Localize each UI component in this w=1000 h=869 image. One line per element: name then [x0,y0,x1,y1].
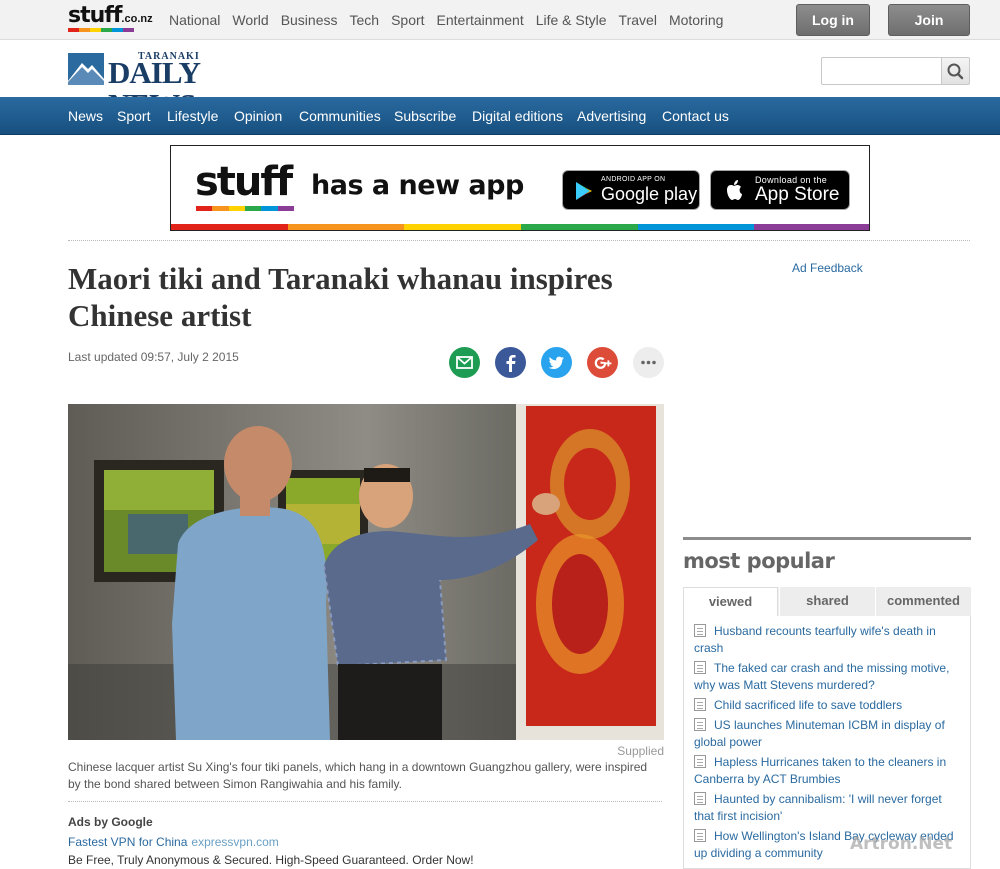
app-store-large-text: App Store [755,184,840,205]
top-nav-world[interactable]: World [232,12,268,28]
main-nav-lifestyle[interactable]: Lifestyle [167,108,218,124]
main-nav-digital-editions[interactable]: Digital editions [472,108,563,124]
search-icon [947,63,964,80]
banner-headline: has a new app [311,170,524,201]
document-icon [694,792,706,805]
mountain-logo-icon [68,53,104,85]
share-twitter-button[interactable] [541,347,572,378]
email-icon [456,356,473,369]
stuff-logo-tld: .co.nz [121,13,153,25]
more-icon [641,360,656,365]
join-button[interactable]: Join [888,4,970,36]
most-popular-title: most popular [683,549,835,573]
app-promo-banner[interactable]: stuff has a new app ANDROID APP ON Googl… [170,145,870,231]
photo-credit: Supplied [617,744,664,758]
top-nav-travel[interactable]: Travel [619,12,657,28]
top-bar: stuff.co.nz National World Business Tech… [0,0,1000,40]
ad-headline[interactable]: Fastest VPN for China [68,835,187,849]
most-popular-widget: most popular viewed shared commented Hus… [683,537,971,869]
top-nav-national[interactable]: National [169,12,220,28]
googleplus-icon [594,357,612,369]
document-icon [694,718,706,731]
stuff-logo-word: stuff [68,3,122,28]
caption-divider [68,801,662,802]
tab-viewed[interactable]: viewed [683,587,778,616]
document-icon [694,698,706,711]
main-nav-subscribe[interactable]: Subscribe [394,108,456,124]
list-item-label[interactable]: Hapless Hurricanes taken to the cleaners… [694,755,946,786]
document-icon [694,755,706,768]
list-item[interactable]: Child sacrificed life to save toddlers [694,697,962,714]
twitter-icon [548,356,564,369]
share-googleplus-button[interactable] [587,347,618,378]
main-nav-sport[interactable]: Sport [117,108,150,124]
main-nav-contact-us[interactable]: Contact us [662,108,729,124]
ad-url[interactable]: expressvpn.com [191,835,278,849]
share-facebook-button[interactable] [495,347,526,378]
google-play-large-text: Google play [601,184,698,204]
list-item-label[interactable]: Husband recounts tearfully wife's death … [694,624,936,655]
article-photo [68,404,664,740]
list-item[interactable]: Hapless Hurricanes taken to the cleaners… [694,754,962,788]
main-nav: News Sport Lifestyle Opinion Communities… [0,97,1000,135]
article-timestamp: Last updated 09:57, July 2 2015 [68,350,239,364]
ad-link[interactable]: Fastest VPN for China expressvpn.com [68,835,668,849]
stuff-logo[interactable]: stuff.co.nz [68,3,153,33]
document-icon [694,624,706,637]
top-nav-life-style[interactable]: Life & Style [536,12,607,28]
google-play-badge[interactable]: ANDROID APP ON Google play [562,170,700,210]
apple-icon [727,180,742,200]
main-nav-opinion[interactable]: Opinion [234,108,282,124]
ads-title: Ads by Google [68,815,153,829]
most-popular-tabs: viewed shared commented [683,587,971,616]
app-store-badge[interactable]: Download on the App Store [710,170,850,210]
list-item[interactable]: Haunted by cannibalism: 'I will never fo… [694,791,962,825]
tab-shared[interactable]: shared [779,587,875,616]
most-popular-rule [683,537,971,540]
search-input[interactable] [821,57,942,85]
share-more-button[interactable] [633,347,664,378]
article-headline: Maori tiki and Taranaki whanau inspires … [68,261,613,333]
top-nav: National World Business Tech Sport Enter… [169,12,735,28]
banner-bottom-rainbow [171,224,869,230]
google-play-small-text: ANDROID APP ON [601,176,666,183]
share-email-button[interactable] [449,347,480,378]
masthead: TARANAKI DAILY NEWS [0,41,1000,121]
list-item-label[interactable]: Haunted by cannibalism: 'I will never fo… [694,792,942,823]
google-ads-block: Ads by Google Fastest VPN for China expre… [68,815,668,867]
list-item-label[interactable]: US launches Minuteman ICBM in display of… [694,718,945,749]
login-button[interactable]: Log in [796,4,870,36]
watermark: Artron.Net [850,834,953,854]
top-nav-tech[interactable]: Tech [350,12,380,28]
list-item-label[interactable]: The faked car crash and the missing moti… [694,661,949,692]
photo-caption: Chinese lacquer artist Su Xing's four ti… [68,760,648,791]
main-nav-communities[interactable]: Communities [299,108,381,124]
list-item[interactable]: The faked car crash and the missing moti… [694,660,962,694]
search-button[interactable] [941,57,970,85]
ad-feedback-link[interactable]: Ad Feedback [792,261,863,275]
list-item[interactable]: US launches Minuteman ICBM in display of… [694,717,962,751]
most-popular-list: Husband recounts tearfully wife's death … [683,616,971,869]
main-nav-news[interactable]: News [68,108,103,124]
section-divider [68,240,970,241]
ad-body: Be Free, Truly Anonymous & Secured. High… [68,853,474,867]
banner-stuff-logo: stuff [195,159,293,205]
banner-logo-rainbow [196,206,294,211]
top-nav-business[interactable]: Business [281,12,338,28]
top-nav-sport[interactable]: Sport [391,12,424,28]
facebook-icon [506,355,516,372]
document-icon [694,661,706,674]
list-item[interactable]: Husband recounts tearfully wife's death … [694,623,962,657]
top-nav-motoring[interactable]: Motoring [669,12,723,28]
google-play-icon [576,182,592,200]
tab-commented[interactable]: commented [875,587,971,616]
main-nav-advertising[interactable]: Advertising [577,108,646,124]
stuff-logo-rainbow [68,28,134,32]
top-nav-entertainment[interactable]: Entertainment [437,12,524,28]
list-item-label[interactable]: Child sacrificed life to save toddlers [714,698,902,712]
document-icon [694,829,706,842]
taranaki-daily-news-logo[interactable]: TARANAKI DAILY NEWS [68,51,292,121]
